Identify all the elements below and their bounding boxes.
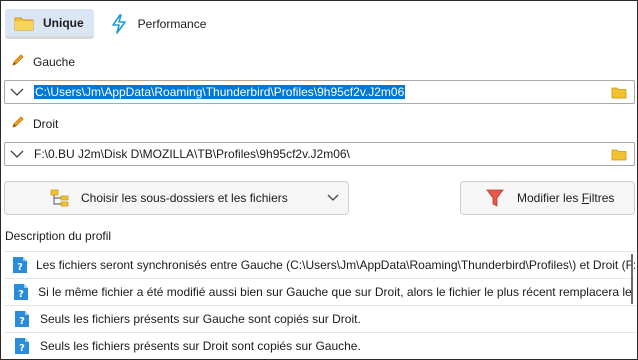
chevron-down-icon [326, 191, 340, 205]
tab-unique[interactable]: Unique [5, 9, 94, 39]
description-list: ? Les fichiers seront synchronisés entre… [4, 251, 635, 359]
right-path-value: F:\0.BU J2m\Disk D\MOZILLA\TB\Profiles\9… [34, 147, 350, 161]
list-item: ? Si le même fichier a été modifié aussi… [4, 279, 635, 306]
right-path-field[interactable]: F:\0.BU J2m\Disk D\MOZILLA\TB\Profiles\9… [4, 142, 635, 166]
left-label: Gauche [33, 54, 76, 69]
list-item: ? Seuls les fichiers présents sur Gauche… [4, 306, 635, 333]
vertical-scrollbar[interactable] [631, 254, 633, 304]
description-text: Si le même fichier a été modifié aussi b… [38, 285, 635, 299]
description-text: Seuls les fichiers présents sur Gauche s… [40, 312, 361, 326]
folder-icon [13, 14, 35, 32]
tab-performance[interactable]: Performance [100, 9, 217, 39]
choose-subfolders-button[interactable]: Choisir les sous-dossiers et les fichier… [4, 181, 349, 215]
description-text: Seuls les fichiers présents sur Droit so… [40, 339, 361, 353]
edit-filters-label: Modifier les Filtres [517, 191, 615, 205]
left-section-header: Gauche [11, 53, 75, 70]
svg-text:?: ? [19, 343, 25, 354]
info-document-icon: ? [12, 255, 28, 275]
browse-folder-icon[interactable] [608, 143, 630, 165]
info-document-icon: ? [12, 309, 32, 329]
pencil-icon [11, 53, 25, 70]
svg-text:?: ? [18, 289, 24, 300]
filter-icon [485, 187, 505, 209]
browse-folder-icon[interactable] [608, 81, 630, 103]
chevron-down-icon[interactable] [5, 143, 29, 165]
svg-text:?: ? [17, 262, 23, 273]
folder-tree-icon [49, 188, 71, 208]
chevron-down-icon[interactable] [5, 81, 29, 103]
left-path-input[interactable]: C:\Users\Jm\AppData\Roaming\Thunderbird\… [29, 85, 608, 99]
tab-performance-label: Performance [137, 17, 207, 31]
right-section-header: Droit [11, 115, 58, 132]
description-text: Les fichiers seront synchronisés entre G… [36, 258, 635, 272]
lightning-icon [108, 14, 130, 34]
tab-bar: Unique Performance [5, 9, 216, 41]
profile-window: Unique Performance Gauche C:\Users\Jm\Ap… [0, 0, 638, 360]
right-label: Droit [33, 116, 59, 131]
edit-filters-button[interactable]: Modifier les Filtres [460, 181, 635, 215]
info-document-icon: ? [12, 336, 32, 356]
pencil-icon [11, 115, 25, 132]
list-item: ? Seuls les fichiers présents sur Droit … [4, 333, 635, 359]
info-document-icon: ? [12, 282, 30, 302]
left-path-value: C:\Users\Jm\AppData\Roaming\Thunderbird\… [34, 85, 406, 99]
description-title: Description du profil [5, 229, 112, 243]
tab-unique-label: Unique [43, 15, 84, 30]
choose-subfolders-label: Choisir les sous-dossiers et les fichier… [81, 191, 288, 205]
left-path-field[interactable]: C:\Users\Jm\AppData\Roaming\Thunderbird\… [4, 80, 635, 104]
svg-text:?: ? [19, 316, 25, 327]
right-path-input[interactable]: F:\0.BU J2m\Disk D\MOZILLA\TB\Profiles\9… [29, 147, 608, 161]
list-item: ? Les fichiers seront synchronisés entre… [4, 252, 635, 279]
